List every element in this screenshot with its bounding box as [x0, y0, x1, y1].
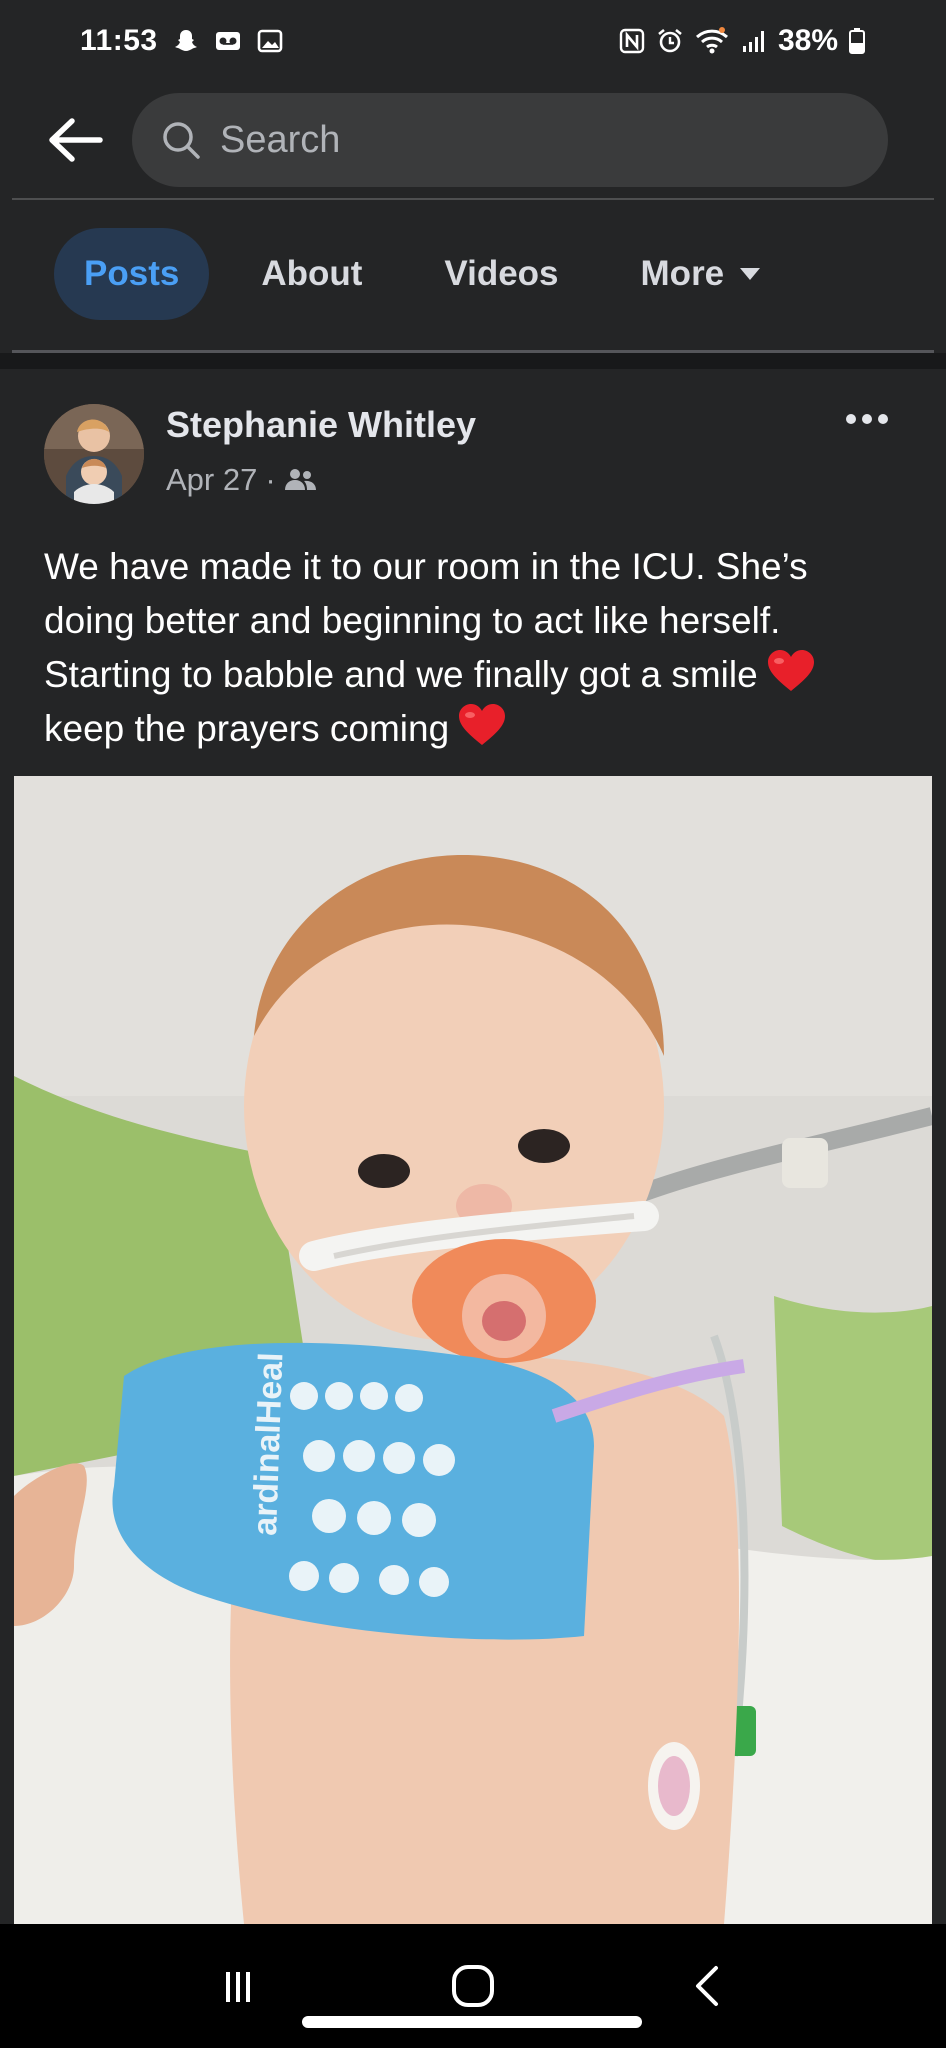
battery-level: 38%	[777, 24, 838, 57]
voicemail-icon	[215, 32, 240, 50]
tab-about-label: About	[261, 254, 363, 293]
post-text: We have made it to our room in the ICU. …	[44, 540, 924, 756]
post-photo[interactable]: ardinalHeal	[14, 776, 932, 1924]
post-header: Stephanie Whitley Apr 27 ·	[0, 392, 946, 522]
status-left: 11:53	[80, 24, 284, 58]
status-right: 38%	[618, 24, 866, 58]
battery-icon	[849, 28, 865, 54]
friends-icon	[284, 469, 316, 490]
dot	[846, 414, 856, 424]
sock-brand-text: ardinalHeal	[246, 1352, 290, 1537]
search-icon	[163, 122, 200, 159]
feed-separator	[0, 353, 946, 369]
arrow-left-icon	[49, 118, 103, 162]
post-date[interactable]: Apr 27	[166, 462, 257, 498]
back-button[interactable]	[40, 105, 110, 175]
post-meta: Apr 27 ·	[166, 462, 318, 498]
tab-more[interactable]: More	[611, 228, 791, 320]
tab-about[interactable]: About	[231, 228, 392, 320]
tab-more-label: More	[640, 254, 725, 293]
home-icon	[451, 1965, 494, 2007]
meta-separator: ·	[265, 462, 276, 497]
screen: 11:53 38% Search Posts About Videos More…	[0, 0, 946, 2048]
tab-posts[interactable]: Posts	[54, 228, 210, 320]
chevron-left-icon	[696, 1966, 719, 2006]
avatar-photo	[44, 404, 144, 504]
system-nav-bar	[0, 1924, 946, 2048]
wifi-icon	[695, 27, 728, 54]
search-bar[interactable]	[132, 93, 888, 187]
post-text-line: doing better and beginning to act like h…	[44, 600, 781, 641]
snapchat-icon	[174, 30, 197, 51]
tab-videos-label: Videos	[444, 254, 559, 293]
status-bar: 11:53 38%	[0, 0, 946, 82]
nfc-icon	[619, 28, 645, 54]
signal-icon	[742, 31, 764, 52]
post-text-line: We have made it to our room in the ICU. …	[44, 546, 808, 587]
post-text-line-content: Starting to babble and we finally got a …	[44, 654, 758, 695]
author-name[interactable]: Stephanie Whitley	[166, 404, 476, 446]
alarm-icon	[658, 28, 682, 53]
header-divider	[12, 198, 934, 200]
back-nav-button[interactable]	[663, 1946, 753, 2026]
tab-posts-label: Posts	[84, 254, 180, 293]
heart-emoji-icon	[767, 650, 814, 691]
post-text-line-content: keep the prayers coming	[44, 708, 450, 749]
search-header	[0, 82, 946, 198]
recents-button[interactable]	[193, 1946, 283, 2026]
status-time: 11:53	[80, 24, 158, 57]
gallery-icon	[257, 29, 282, 53]
recents-icon	[225, 1972, 250, 2002]
post-text-line: Starting to babble and we finally got a …	[44, 648, 924, 702]
dot	[862, 414, 872, 424]
caret-down-icon	[740, 268, 761, 280]
tab-videos[interactable]: Videos	[414, 228, 588, 320]
heart-emoji-icon	[459, 704, 506, 745]
gesture-handle[interactable]	[302, 2016, 642, 2028]
post-options-button[interactable]	[846, 414, 888, 424]
avatar[interactable]	[44, 404, 144, 504]
home-button[interactable]	[428, 1946, 518, 2026]
baby-photo-image: ardinalHeal	[14, 776, 932, 1924]
profile-tabs: Posts About Videos More	[0, 218, 946, 330]
post-text-line: keep the prayers coming	[44, 702, 924, 756]
dot	[878, 414, 888, 424]
search-input[interactable]	[220, 118, 820, 162]
